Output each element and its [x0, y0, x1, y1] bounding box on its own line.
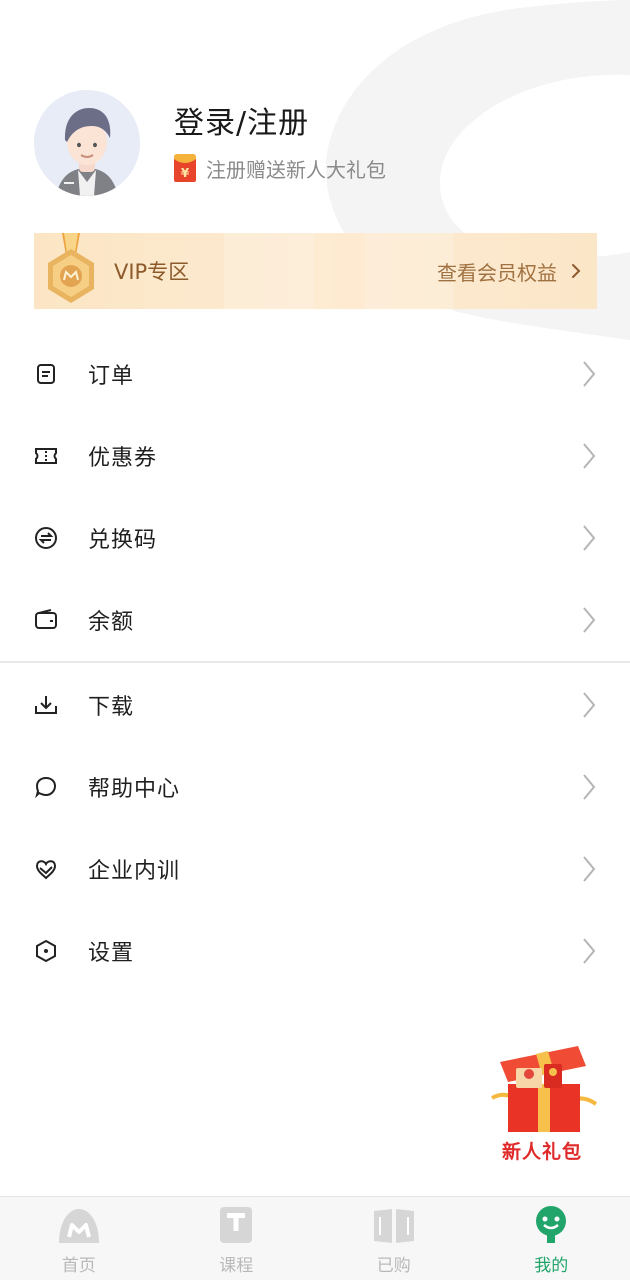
chevron-right-icon — [583, 525, 596, 551]
chevron-right-icon — [583, 443, 596, 469]
tab-purchased[interactable]: 已购 — [315, 1197, 473, 1280]
chevron-right-icon — [583, 856, 596, 882]
chevron-right-icon — [583, 361, 596, 387]
chevron-right-icon — [583, 774, 596, 800]
course-icon — [220, 1207, 253, 1243]
menu-label: 下载 — [88, 695, 135, 720]
wallet-icon — [34, 608, 58, 632]
menu-label: 订单 — [88, 364, 135, 389]
menu-item-orders[interactable]: 订单 — [0, 333, 630, 415]
menu-label: 兑换码 — [88, 528, 158, 553]
avatar-icon — [34, 90, 140, 196]
vip-medal-icon — [48, 233, 94, 303]
menu-item-balance[interactable]: 余额 — [0, 579, 630, 661]
menu-item-enterprise-training[interactable]: 企业内训 — [0, 828, 630, 910]
home-icon — [58, 1209, 99, 1243]
vip-benefits-link[interactable]: 查看会员权益 — [437, 233, 583, 309]
settings-icon — [34, 939, 58, 963]
menu-label: 余额 — [88, 610, 135, 635]
enterprise-icon — [34, 857, 58, 881]
menu-item-exchange-code[interactable]: 兑换码 — [0, 497, 630, 579]
chevron-right-icon — [583, 938, 596, 964]
tab-home[interactable]: 首页 — [0, 1197, 158, 1280]
purchased-book-icon — [373, 1209, 414, 1243]
tab-label: 课程 — [219, 1256, 254, 1276]
register-gift-text: 注册赠送新人大礼包 — [206, 157, 386, 182]
vip-zone-banner[interactable]: VIP专区 查看会员权益 — [34, 233, 597, 309]
gift-box-icon — [491, 1046, 598, 1132]
help-icon — [34, 775, 58, 799]
profile-header[interactable]: 登录/注册 ¥ 注册赠送新人大礼包 — [34, 90, 386, 196]
chevron-right-icon — [583, 692, 596, 718]
order-icon — [34, 362, 58, 386]
menu-item-download[interactable]: 下载 — [0, 664, 630, 746]
bottom-tab-bar: 首页 课程 已购 我的 — [0, 1196, 630, 1280]
login-register-link[interactable]: 登录/注册 — [174, 104, 386, 144]
chevron-right-icon — [583, 607, 596, 633]
chevron-right-icon — [572, 264, 581, 278]
vip-zone-label: VIP专区 — [114, 260, 190, 284]
vip-benefits-text: 查看会员权益 — [437, 260, 557, 285]
new-user-gift-float[interactable]: 新人礼包 — [486, 1040, 598, 1168]
svg-text:¥: ¥ — [181, 166, 190, 180]
menu-label: 帮助中心 — [88, 777, 181, 802]
tab-label: 我的 — [534, 1256, 569, 1276]
new-user-gift-caption: 新人礼包 — [501, 1141, 582, 1163]
download-icon — [34, 693, 58, 717]
register-gift-row[interactable]: ¥ 注册赠送新人大礼包 — [174, 154, 386, 183]
banner-stripe — [224, 233, 314, 309]
red-packet-icon: ¥ — [174, 154, 196, 182]
menu-label: 企业内训 — [88, 859, 181, 884]
menu-item-help-center[interactable]: 帮助中心 — [0, 746, 630, 828]
menu-item-coupons[interactable]: 优惠券 — [0, 415, 630, 497]
menu-divider — [0, 661, 630, 663]
coupon-icon — [34, 444, 58, 468]
avatar[interactable] — [34, 90, 140, 196]
menu-item-settings[interactable]: 设置 — [0, 910, 630, 992]
exchange-code-icon — [34, 526, 58, 550]
menu-label: 设置 — [88, 941, 135, 966]
menu-label: 优惠券 — [88, 446, 158, 471]
service-menu: 下载 帮助中心 企业内训 设置 — [0, 664, 630, 992]
profile-icon — [536, 1206, 567, 1243]
tab-mine[interactable]: 我的 — [473, 1197, 630, 1280]
tab-label: 首页 — [61, 1256, 96, 1276]
tab-courses[interactable]: 课程 — [158, 1197, 316, 1280]
tab-label: 已购 — [376, 1256, 411, 1276]
account-menu: 订单 优惠券 兑换码 余额 — [0, 333, 630, 661]
